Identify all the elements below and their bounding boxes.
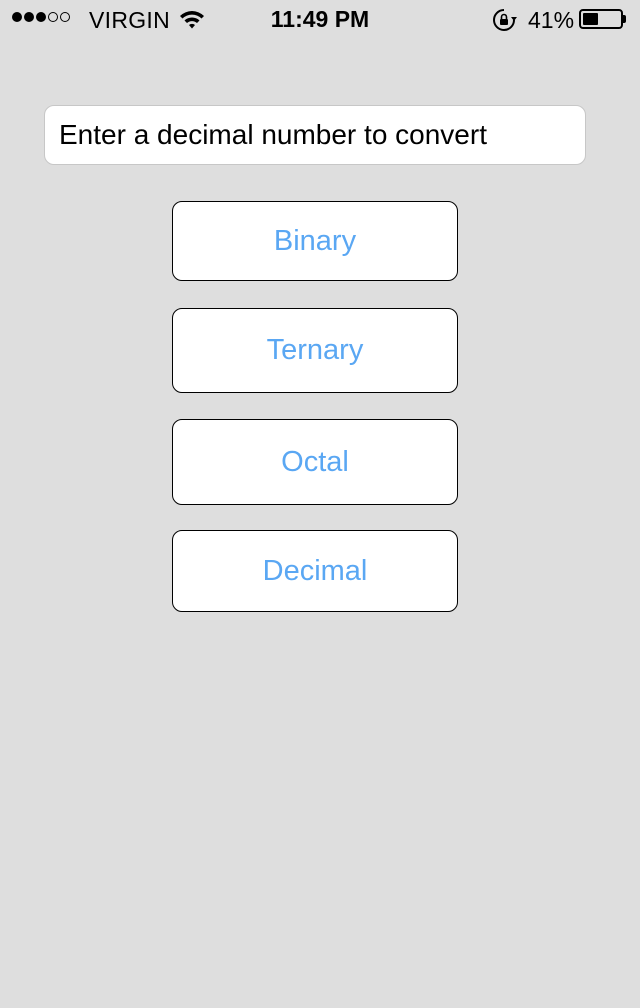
decimal-number-input[interactable] (44, 105, 586, 165)
status-bar: VIRGIN 11:49 PM 41% (0, 0, 640, 40)
battery-fill (583, 13, 598, 25)
octal-button[interactable]: Octal (172, 419, 458, 505)
rotation-lock-icon (491, 8, 517, 37)
decimal-button[interactable]: Decimal (172, 530, 458, 612)
ternary-button[interactable]: Ternary (172, 308, 458, 393)
battery-percent: 41% (528, 7, 575, 33)
battery-icon (579, 9, 623, 29)
binary-button[interactable]: Binary (172, 201, 458, 281)
battery-tip (623, 15, 626, 23)
